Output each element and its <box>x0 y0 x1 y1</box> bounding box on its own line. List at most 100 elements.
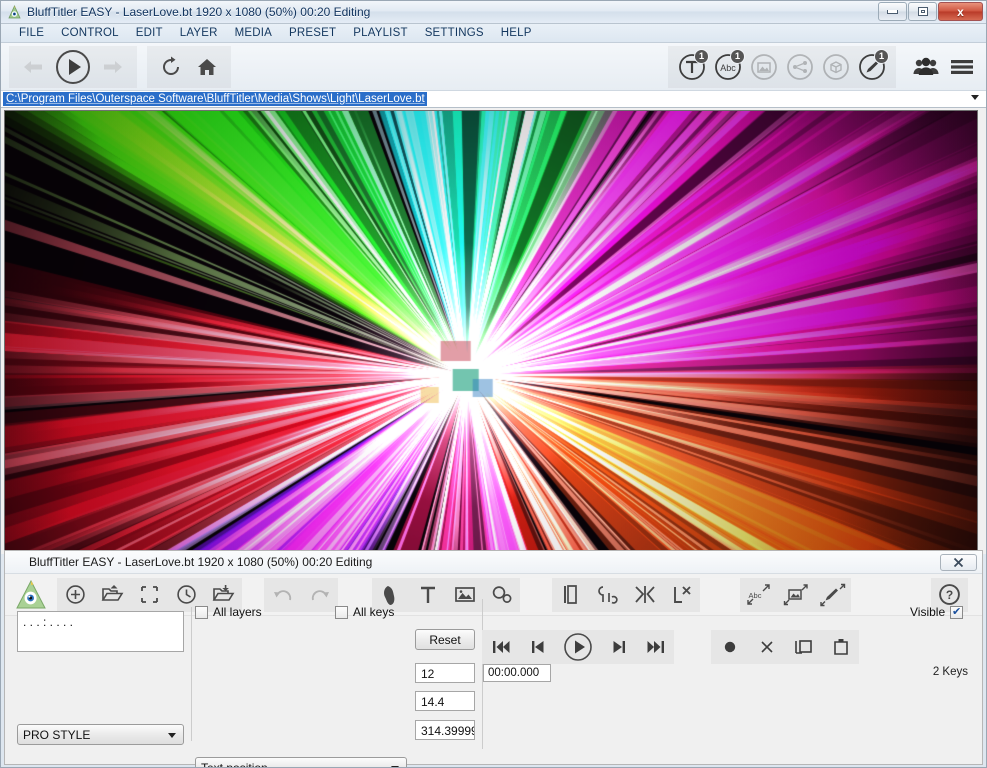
close-button[interactable]: x <box>938 2 983 21</box>
paste-key-button[interactable] <box>822 630 859 664</box>
window-controls: x <box>878 2 983 21</box>
model-layer-icon[interactable] <box>782 47 818 87</box>
chevron-down-icon[interactable] <box>971 95 979 100</box>
new-show-icon[interactable] <box>57 578 94 612</box>
minimize-icon <box>887 9 898 14</box>
svg-text:Abc: Abc <box>720 63 736 73</box>
key-tools <box>711 630 859 664</box>
record-key-button[interactable] <box>711 630 748 664</box>
all-layers-label: All layers <box>213 605 262 619</box>
chevron-down-icon <box>168 732 176 738</box>
blufftitler-eye-icon <box>7 4 22 20</box>
delete-layer-icon[interactable] <box>663 578 700 612</box>
menu-item-media[interactable]: MEDIA <box>227 25 280 41</box>
export-effect-icon[interactable] <box>814 578 851 612</box>
play-pause-button[interactable] <box>556 630 600 664</box>
next-key-button[interactable] <box>600 630 637 664</box>
keys-count-label: 2 Keys <box>932 666 968 678</box>
merge-layer-icon[interactable] <box>626 578 663 612</box>
navigation-group <box>9 45 137 88</box>
style-combo-1[interactable]: PRO STYLE <box>17 724 184 745</box>
community-icon[interactable] <box>908 47 944 87</box>
property-combo[interactable]: Text position <box>195 757 407 768</box>
cube-layer-icon[interactable] <box>818 47 854 87</box>
svg-text:?: ? <box>946 588 953 602</box>
menu-bar: FILE CONTROL EDIT LAYER MEDIA PRESET PLA… <box>1 24 986 43</box>
duplicate-layer-icon[interactable] <box>552 578 589 612</box>
template-icon[interactable] <box>131 578 168 612</box>
forward-arrow-icon[interactable] <box>95 47 131 87</box>
add-picture-layer-icon[interactable] <box>446 578 483 612</box>
font-layer-icon[interactable]: Abc 1 <box>710 47 746 87</box>
menu-item-edit[interactable]: EDIT <box>128 25 171 41</box>
main-toolbar-right-group <box>902 46 986 88</box>
address-bar-path[interactable]: C:\Program Files\Outerspace Software\Blu… <box>3 92 427 106</box>
text-layer-badge: 1 <box>694 48 709 64</box>
all-layers-checkbox[interactable]: All layers <box>195 605 262 619</box>
refresh-icon[interactable] <box>153 47 189 87</box>
open-show-icon[interactable] <box>94 578 131 612</box>
menu-item-control[interactable]: CONTROL <box>53 25 127 41</box>
minimize-button[interactable] <box>878 2 907 21</box>
all-keys-checkbox[interactable]: All keys <box>335 605 394 619</box>
undo-icon[interactable] <box>264 578 301 612</box>
preview-area <box>1 108 986 554</box>
properties-dock-panel: BluffTitler EASY - LaserLove.bt 1920 x 1… <box>4 550 983 768</box>
layer-type-group: 1 Abc 1 1 <box>668 45 896 88</box>
picture-layer-icon[interactable] <box>746 47 782 87</box>
text-editor-field[interactable]: . . . : . . . . <box>17 611 184 652</box>
main-toolbar: 1 Abc 1 1 <box>1 43 986 91</box>
all-keys-checkbox-box[interactable] <box>335 605 348 619</box>
menu-item-settings[interactable]: SETTINGS <box>417 25 492 41</box>
menu-item-file[interactable]: FILE <box>11 25 52 41</box>
all-layers-checkbox-box[interactable] <box>195 605 208 619</box>
export-group: Abc <box>740 577 851 612</box>
export-picture-icon[interactable] <box>777 578 814 612</box>
layer-operations-group <box>552 577 700 612</box>
dock-title-text: BluffTitler EASY - LaserLove.bt 1920 x 1… <box>29 555 373 569</box>
all-keys-label: All keys <box>353 605 395 619</box>
menu-item-preset[interactable]: PRESET <box>281 25 344 41</box>
transport-controls <box>482 630 674 664</box>
reorder-layer-icon[interactable] <box>589 578 626 612</box>
menu-item-playlist[interactable]: PLAYLIST <box>345 25 415 41</box>
property-x-value[interactable]: 12 <box>415 663 475 683</box>
text-layer-icon[interactable]: 1 <box>674 47 710 87</box>
dock-close-button[interactable] <box>940 554 977 571</box>
font-layer-badge: 1 <box>730 48 745 64</box>
visible-checkbox-box[interactable] <box>950 605 964 619</box>
skip-to-end-button[interactable] <box>637 630 674 664</box>
dock-toolbar: Abc ? <box>5 574 982 616</box>
reset-button[interactable]: Reset <box>415 629 475 650</box>
hamburger-menu-icon[interactable] <box>944 47 980 87</box>
history-group <box>264 577 338 612</box>
add-particle-layer-icon[interactable] <box>483 578 520 612</box>
restore-button[interactable] <box>908 2 937 21</box>
column-divider <box>191 607 192 741</box>
preview-canvas[interactable] <box>4 110 978 552</box>
visible-checkbox[interactable]: Visible <box>910 605 964 619</box>
previous-key-button[interactable] <box>519 630 556 664</box>
dock-close-icon <box>953 557 964 568</box>
redo-icon[interactable] <box>301 578 338 612</box>
property-z-value[interactable]: 314.39999 <box>415 720 475 740</box>
close-icon: x <box>957 4 964 19</box>
blufftitler-eye-logo <box>5 579 57 611</box>
delete-key-button[interactable] <box>748 630 785 664</box>
copy-key-button[interactable] <box>785 630 822 664</box>
menu-item-layer[interactable]: LAYER <box>172 25 226 41</box>
add-text-layer-icon[interactable] <box>409 578 446 612</box>
menu-item-help[interactable]: HELP <box>493 25 540 41</box>
play-button[interactable] <box>51 47 95 87</box>
export-text-icon[interactable]: Abc <box>740 578 777 612</box>
address-bar[interactable]: C:\Program Files\Outerspace Software\Blu… <box>1 91 986 108</box>
effect-layer-icon[interactable]: 1 <box>854 47 890 87</box>
property-y-value[interactable]: 14.4 <box>415 691 475 711</box>
dock-title-bar: BluffTitler EASY - LaserLove.bt 1920 x 1… <box>5 551 982 574</box>
back-arrow-icon[interactable] <box>15 47 51 87</box>
current-time-field[interactable]: 00:00.000 <box>483 664 551 682</box>
property-combo-value: Text position <box>201 760 268 768</box>
home-icon[interactable] <box>189 47 225 87</box>
window-title-bar: BluffTitler EASY - LaserLove.bt 1920 x 1… <box>1 1 986 24</box>
skip-to-start-button[interactable] <box>482 630 519 664</box>
